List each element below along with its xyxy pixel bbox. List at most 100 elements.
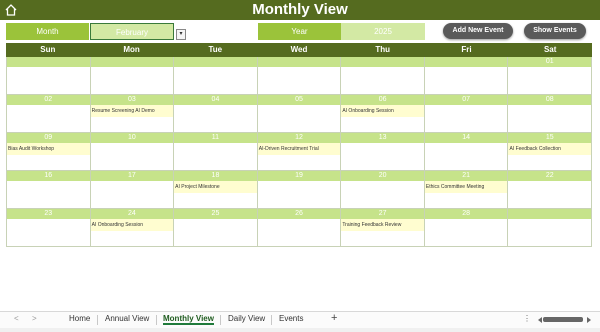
day-cell[interactable]: 18 AI Project Milestone (174, 171, 258, 209)
day-cell[interactable]: 01 (508, 57, 593, 95)
day-number: 08 (508, 95, 592, 105)
day-number: 21 (424, 171, 508, 181)
year-input[interactable]: 2025 (341, 23, 425, 40)
day-cell[interactable]: 25 (174, 209, 258, 247)
day-number: 22 (508, 171, 592, 181)
calendar-week-row: 09 Bias Audit Workshop 10 11 12 AI-Driven Rec… (6, 133, 593, 171)
day-number: 05 (257, 95, 341, 105)
tab-divider (220, 315, 221, 325)
day-number: 11 (174, 133, 257, 143)
day-cell[interactable]: 23 (6, 209, 91, 247)
status-strip (0, 328, 600, 332)
event-entry[interactable]: AI-Driven Recruitment Trial (257, 143, 341, 155)
day-cell[interactable]: 16 (6, 171, 91, 209)
controls-bar: Month February Year 2025 Add New Event S… (0, 20, 600, 43)
day-number: 07 (424, 95, 508, 105)
scroll-right-icon[interactable] (586, 317, 592, 323)
day-number: 28 (424, 209, 508, 219)
day-cell[interactable] (257, 57, 342, 95)
event-entry[interactable]: AI Project Milestone (174, 181, 257, 193)
day-cell[interactable]: 19 (257, 171, 342, 209)
event-entry[interactable]: Resume Screening AI Demo (90, 105, 174, 117)
day-number: 17 (90, 171, 174, 181)
day-number: 24 (90, 209, 174, 219)
day-number: 09 (7, 133, 90, 143)
day-cell[interactable]: 21 Ethics Committee Meeting (424, 171, 509, 209)
day-cell[interactable]: 13 (341, 133, 425, 171)
day-number (174, 57, 257, 67)
day-number (257, 57, 341, 67)
tab-events[interactable]: Events (279, 314, 303, 323)
day-cell[interactable] (341, 57, 425, 95)
day-number: 15 (508, 133, 592, 143)
prev-sheet-icon[interactable]: < (14, 314, 19, 323)
day-cell[interactable]: 02 (6, 95, 91, 133)
next-sheet-icon[interactable]: > (32, 314, 37, 323)
weekday-wed: Wed (290, 45, 308, 54)
day-cell[interactable]: 04 (174, 95, 258, 133)
day-cell[interactable] (508, 209, 593, 247)
show-events-button[interactable]: Show Events (524, 23, 586, 39)
day-number: 04 (174, 95, 257, 105)
month-select[interactable]: February (90, 23, 174, 40)
day-number: 25 (174, 209, 257, 219)
day-number: 23 (7, 209, 90, 219)
day-cell[interactable]: 20 (341, 171, 425, 209)
day-cell[interactable] (90, 57, 175, 95)
tab-daily-view[interactable]: Daily View (228, 314, 265, 323)
weekday-thu: Thu (375, 45, 391, 54)
page-title: Monthly View (252, 1, 348, 18)
day-cell[interactable]: 08 (508, 95, 593, 133)
day-cell[interactable] (174, 57, 258, 95)
event-entry[interactable]: Ethics Committee Meeting (424, 181, 508, 193)
day-number: 13 (341, 133, 424, 143)
day-cell[interactable]: 26 (257, 209, 342, 247)
weekday-mon: Mon (123, 45, 140, 54)
day-cell[interactable]: 09 Bias Audit Workshop (6, 133, 91, 171)
weekday-sat: Sat (543, 45, 557, 54)
chevron-down-icon[interactable]: ▾ (176, 29, 186, 40)
day-cell[interactable]: 24 AI Onboarding Session (90, 209, 175, 247)
event-entry[interactable]: AI Feedback Collection (508, 143, 592, 155)
day-number: 10 (90, 133, 174, 143)
day-number: 27 (341, 209, 424, 219)
event-entry[interactable]: AI Onboarding Session (90, 219, 174, 231)
day-number: 19 (257, 171, 341, 181)
tab-annual-view[interactable]: Annual View (105, 314, 149, 323)
scroll-thumb[interactable] (543, 317, 583, 322)
event-entry[interactable]: AI Onboarding Session (341, 105, 424, 117)
day-cell[interactable] (6, 57, 91, 95)
day-cell[interactable]: 27 Training Feedback Review (341, 209, 425, 247)
event-entry[interactable]: Bias Audit Workshop (7, 143, 90, 155)
add-sheet-button[interactable]: + (331, 312, 337, 324)
day-cell[interactable]: 15 AI Feedback Collection (508, 133, 593, 171)
day-cell[interactable]: 07 (424, 95, 509, 133)
day-cell[interactable]: 28 (424, 209, 509, 247)
day-cell[interactable]: 12 AI-Driven Recruitment Trial (257, 133, 342, 171)
day-cell[interactable]: 03 Resume Screening AI Demo (90, 95, 175, 133)
weekday-tue: Tue (208, 45, 223, 54)
tab-monthly-view[interactable]: Monthly View (163, 314, 214, 325)
horizontal-scrollbar[interactable] (537, 317, 593, 323)
add-new-event-button[interactable]: Add New Event (443, 23, 513, 39)
more-options-icon[interactable]: ⋮ (523, 314, 531, 323)
day-cell[interactable]: 22 (508, 171, 593, 209)
tab-divider (156, 315, 157, 325)
day-cell[interactable]: 06 AI Onboarding Session (341, 95, 425, 133)
calendar-grid: Sun Mon Tue Wed Thu Fri Sat 01 02 03 Resume… (6, 43, 593, 247)
day-cell[interactable]: 05 (257, 95, 342, 133)
day-cell[interactable]: 10 (90, 133, 175, 171)
day-cell[interactable]: 14 (424, 133, 509, 171)
tab-home[interactable]: Home (69, 314, 90, 323)
tab-divider (271, 315, 272, 325)
day-number: 26 (257, 209, 341, 219)
sheet-tab-bar: < > Home Annual View Monthly View Daily … (0, 311, 600, 328)
day-number: 20 (341, 171, 424, 181)
day-number: 01 (508, 57, 592, 67)
day-number: 03 (90, 95, 174, 105)
day-cell[interactable]: 17 (90, 171, 175, 209)
event-entry[interactable]: Training Feedback Review (341, 219, 424, 231)
day-cell[interactable] (424, 57, 509, 95)
day-cell[interactable]: 11 (174, 133, 258, 171)
day-number: 16 (7, 171, 90, 181)
